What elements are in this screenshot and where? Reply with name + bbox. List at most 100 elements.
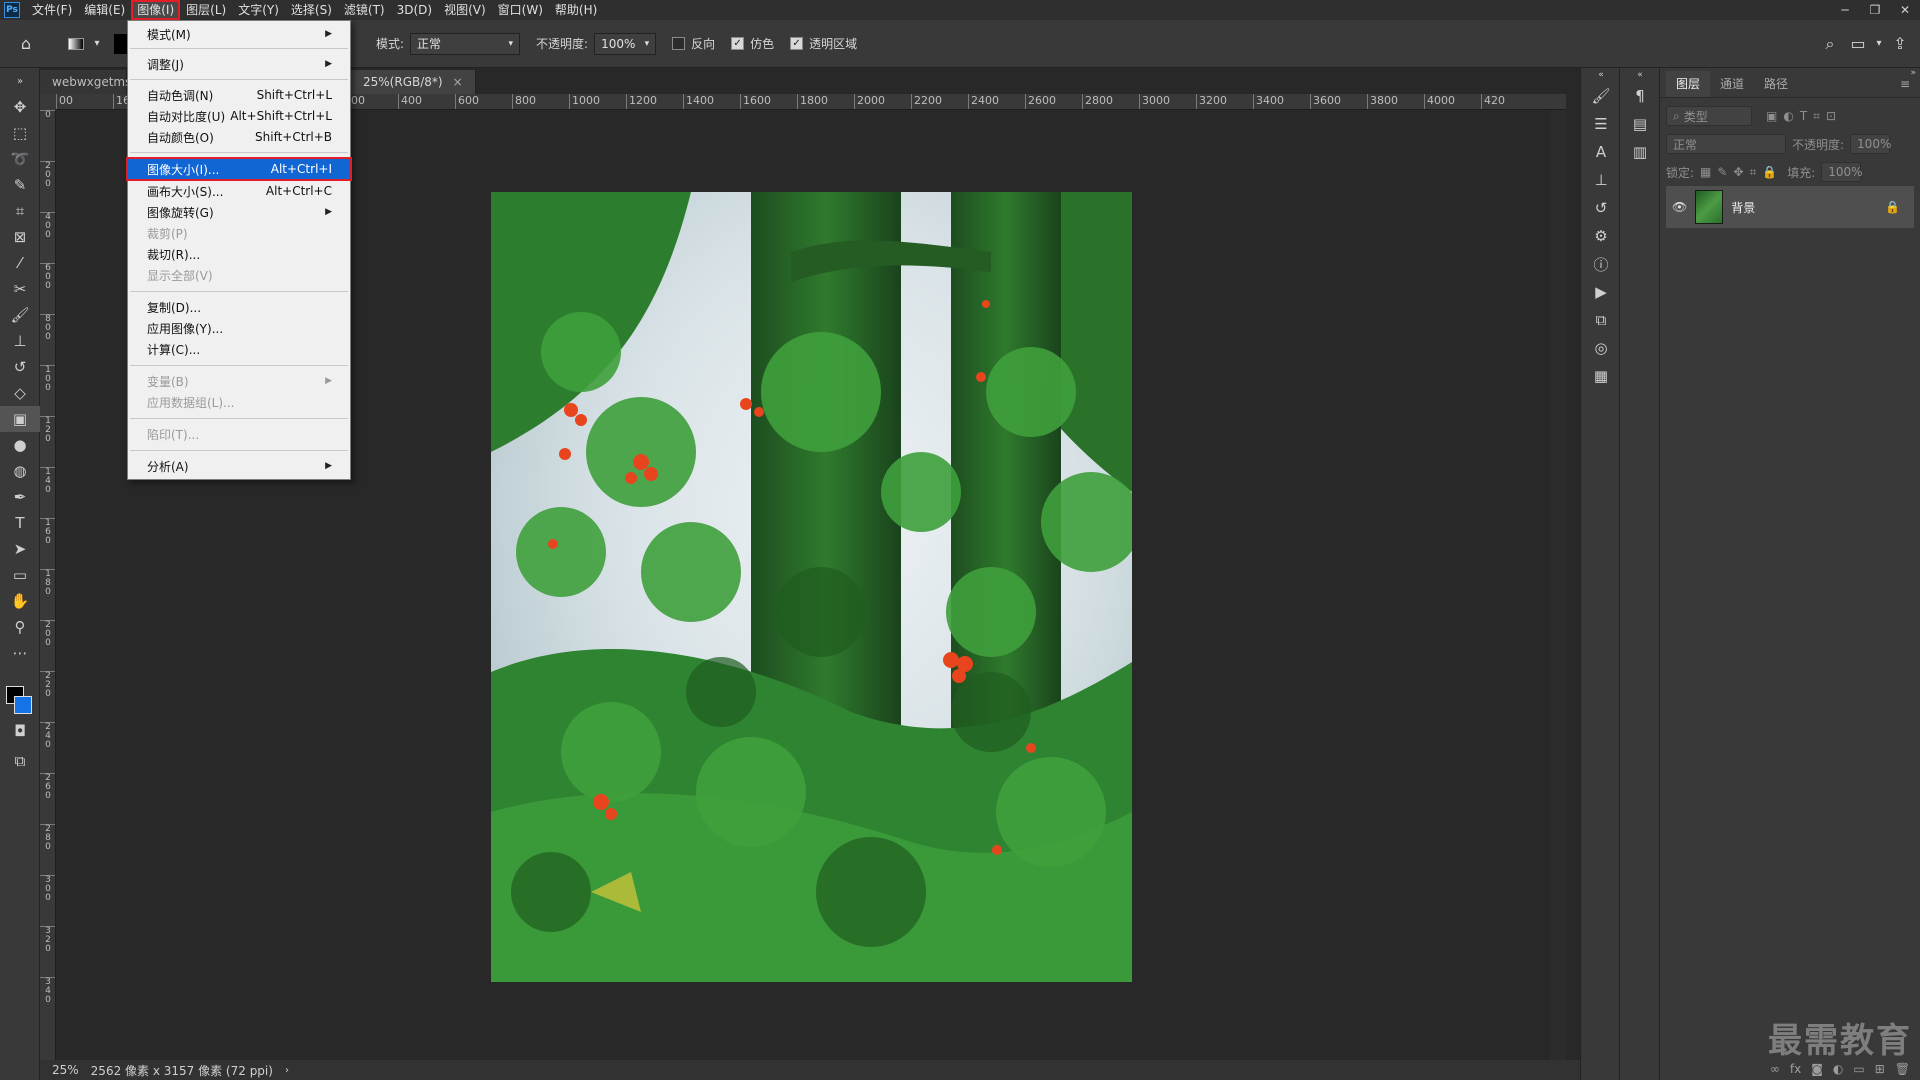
tab-active-document[interactable]: 25%(RGB/8*) × <box>351 70 476 94</box>
adjustments-icon[interactable]: ☰ <box>1581 110 1621 138</box>
home-icon[interactable]: ⌂ <box>12 30 40 58</box>
move-tool-icon[interactable]: ✥ <box>0 94 40 120</box>
document-info[interactable]: 2562 像素 x 3157 像素 (72 ppi) <box>91 1062 273 1079</box>
crop-tool-icon[interactable]: ⌗ <box>0 198 40 224</box>
menu-select[interactable]: 选择(S) <box>285 0 338 20</box>
actions-icon[interactable]: ▶ <box>1581 278 1621 306</box>
zoom-level[interactable]: 25% <box>52 1063 79 1077</box>
brush-settings-icon[interactable]: 🖌 <box>1581 82 1621 110</box>
3d-icon[interactable]: ◎ <box>1581 334 1621 362</box>
trash-icon[interactable]: 🗑 <box>1895 1062 1910 1076</box>
menu-layer[interactable]: 图层(L) <box>180 0 232 20</box>
tab-paths[interactable]: 路径 <box>1754 71 1798 97</box>
gradient-swatch[interactable] <box>114 33 128 54</box>
character-icon[interactable]: A <box>1581 138 1621 166</box>
menu-window[interactable]: 窗口(W) <box>492 0 549 20</box>
folder-icon[interactable]: ▭ <box>1853 1062 1864 1076</box>
background-color-swatch[interactable] <box>14 696 32 714</box>
quick-mask-icon[interactable]: ◘ <box>0 718 40 744</box>
more-tools-icon[interactable]: ⋯ <box>0 640 40 666</box>
collapse-icon[interactable]: » <box>0 68 40 94</box>
stamp-tool-icon[interactable]: ⊥ <box>0 328 40 354</box>
dodge-tool-icon[interactable]: ◍ <box>0 458 40 484</box>
lasso-tool-icon[interactable]: ➰ <box>0 146 40 172</box>
layer-opacity-field[interactable]: 100% <box>1850 134 1891 154</box>
menu-item-trim[interactable]: 裁切(R)... <box>128 244 350 264</box>
collapse-icon[interactable]: » <box>1910 68 1916 78</box>
reverse-option[interactable]: 反向 <box>672 35 715 52</box>
menu-view[interactable]: 视图(V) <box>438 0 492 20</box>
clone-source-icon[interactable]: ⊥ <box>1581 166 1621 194</box>
fx-icon[interactable]: fx <box>1790 1062 1801 1076</box>
minimize-button[interactable]: ─ <box>1830 0 1860 20</box>
menu-image[interactable]: 图像(I) <box>131 0 181 20</box>
type-tool-icon[interactable]: T <box>0 510 40 536</box>
healing-tool-icon[interactable]: ✂ <box>0 276 40 302</box>
paragraph-icon[interactable]: ¶ <box>1620 82 1660 110</box>
menu-item-adjust[interactable]: 调整(J) ▶ <box>128 54 350 74</box>
new-layer-icon[interactable]: ⊞ <box>1875 1062 1885 1076</box>
dither-checkbox[interactable]: ✓ <box>731 37 745 50</box>
restore-button[interactable]: ❐ <box>1860 0 1890 20</box>
menu-item-duplicate[interactable]: 复制(D)... <box>128 297 350 317</box>
fill-field[interactable]: 100% <box>1821 162 1863 182</box>
share-icon[interactable]: ⇪ <box>1886 30 1914 58</box>
chevron-down-icon[interactable]: ▾ <box>90 30 104 58</box>
menu-file[interactable]: 文件(F) <box>26 0 78 20</box>
workspace-icon[interactable]: ▭ <box>1844 30 1872 58</box>
filter-adjust-icon[interactable]: ◐ <box>1783 109 1793 123</box>
transparency-checkbox[interactable]: ✓ <box>790 37 804 50</box>
marquee-tool-icon[interactable]: ⬚ <box>0 120 40 146</box>
chevron-right-icon[interactable]: › <box>285 1065 289 1076</box>
opacity-field[interactable]: 100% ▾ <box>594 32 657 55</box>
menu-item-mode[interactable]: 模式(M) ▶ <box>128 24 350 44</box>
layer-filter-select[interactable]: ⌕ 类型 <box>1666 106 1752 126</box>
menu-item-auto-contrast[interactable]: 自动对比度(U) Alt+Shift+Ctrl+L <box>128 106 350 126</box>
menu-item-image-size[interactable]: 图像大小(I)... Alt+Ctrl+I <box>126 157 352 181</box>
close-button[interactable]: ✕ <box>1890 0 1920 20</box>
link-icon[interactable]: ∞ <box>1770 1062 1780 1076</box>
menu-item-analysis[interactable]: 分析(A) ▶ <box>128 456 350 476</box>
lock-all-icon[interactable]: 🔒 <box>1762 165 1777 179</box>
brush-tool-icon[interactable]: 🖌 <box>0 302 40 328</box>
tab-layers[interactable]: 图层 <box>1666 71 1711 97</box>
hand-tool-icon[interactable]: ✋ <box>0 588 40 614</box>
transparency-option[interactable]: ✓ 透明区域 <box>790 35 857 52</box>
menu-item-image-rotation[interactable]: 图像旋转(G) ▶ <box>128 202 350 222</box>
path-select-tool-icon[interactable]: ➤ <box>0 536 40 562</box>
document-image[interactable] <box>491 192 1132 982</box>
swatches-icon[interactable]: ⧉ <box>1581 306 1621 334</box>
zoom-tool-icon[interactable]: ⚲ <box>0 614 40 640</box>
menu-item-auto-color[interactable]: 自动颜色(O) Shift+Ctrl+B <box>128 127 350 147</box>
menu-filter[interactable]: 滤镜(T) <box>338 0 391 20</box>
menu-help[interactable]: 帮助(H) <box>549 0 603 20</box>
lock-paint-icon[interactable]: ✎ <box>1717 165 1727 179</box>
eraser-tool-icon[interactable]: ◇ <box>0 380 40 406</box>
pen-tool-icon[interactable]: ✒ <box>0 484 40 510</box>
layer-name[interactable]: 背景 <box>1731 199 1755 216</box>
info-icon[interactable]: ⓘ <box>1581 250 1621 278</box>
blend-mode-select[interactable]: 正常 <box>1666 134 1786 154</box>
history-brush-icon[interactable]: ↺ <box>0 354 40 380</box>
dither-option[interactable]: ✓ 仿色 <box>731 35 774 52</box>
gradient-tool-icon[interactable]: ▣ <box>0 406 40 432</box>
tab-webwxgetms[interactable]: webwxgetms <box>40 70 131 94</box>
menu-3d[interactable]: 3D(D) <box>391 0 438 20</box>
menu-item-auto-tone[interactable]: 自动色调(N) Shift+Ctrl+L <box>128 85 350 105</box>
library-icon[interactable]: ▤ <box>1620 110 1660 138</box>
table-icon[interactable]: ▦ <box>1581 362 1621 390</box>
menu-item-calculations[interactable]: 计算(C)... <box>128 339 350 359</box>
menu-item-canvas-size[interactable]: 画布大小(S)... Alt+Ctrl+C <box>128 181 350 201</box>
reverse-checkbox[interactable] <box>672 37 686 50</box>
menu-type[interactable]: 文字(Y) <box>232 0 285 20</box>
close-icon[interactable]: × <box>453 70 463 94</box>
eyedropper-tool-icon[interactable]: ⁄ <box>0 250 40 276</box>
notes-icon[interactable]: ▥ <box>1620 138 1660 166</box>
filter-type-icon[interactable]: T <box>1800 109 1807 123</box>
menu-item-apply-image[interactable]: 应用图像(Y)... <box>128 318 350 338</box>
filter-smart-icon[interactable]: ⊡ <box>1826 109 1836 123</box>
quick-select-tool-icon[interactable]: ✎ <box>0 172 40 198</box>
mask-icon[interactable]: ◙ <box>1811 1062 1823 1076</box>
mode-select[interactable]: 正常 ▾ <box>410 32 521 55</box>
layer-row[interactable]: 👁 背景 🔒 <box>1666 186 1914 228</box>
